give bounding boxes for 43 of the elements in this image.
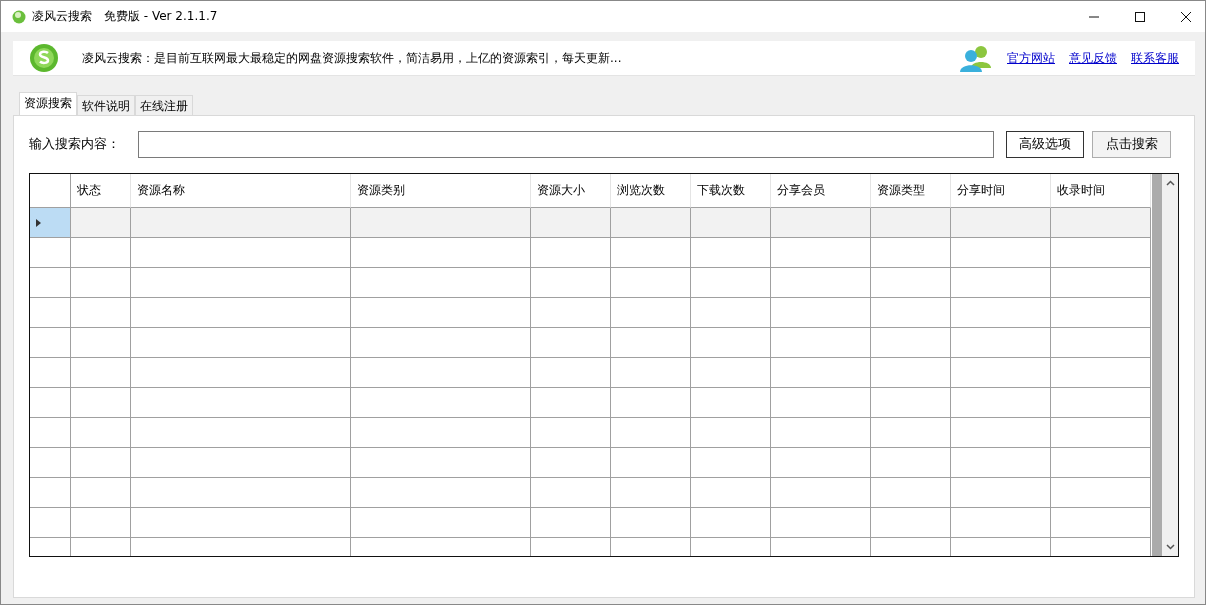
scroll-up-icon[interactable] <box>1165 180 1175 186</box>
row-header[interactable] <box>30 238 71 268</box>
row-header[interactable] <box>30 268 71 298</box>
row-header[interactable] <box>30 388 71 418</box>
row-header[interactable] <box>30 328 71 358</box>
row-header[interactable] <box>30 508 71 538</box>
vertical-scrollbar[interactable] <box>1152 174 1178 556</box>
window-title: 凌风云搜索 免费版 - Ver 2.1.1.7 <box>32 8 218 25</box>
scroll-down-icon[interactable] <box>1165 544 1175 550</box>
table-cell <box>71 328 131 358</box>
banner-link[interactable]: 官方网站 <box>1007 49 1055 67</box>
table-cell <box>71 208 131 238</box>
maximize-icon[interactable] <box>1134 10 1146 23</box>
table-cell <box>71 298 131 328</box>
row-header[interactable] <box>30 208 71 238</box>
table-cell <box>71 418 131 448</box>
option-button[interactable]: 高级选项 <box>1005 130 1085 158</box>
banner-link[interactable]: 联系客服 <box>1131 49 1179 67</box>
table-cell <box>71 388 131 418</box>
tab[interactable]: 在线注册 <box>135 95 193 115</box>
row-header[interactable] <box>30 358 71 388</box>
table-cell <box>71 268 131 298</box>
row-header[interactable] <box>30 298 71 328</box>
app-logo-icon <box>12 9 26 24</box>
tab[interactable]: 资源搜索 <box>19 92 77 115</box>
table-cell <box>71 358 131 388</box>
table-cell <box>71 508 131 538</box>
table-cell <box>71 448 131 478</box>
tab[interactable]: 软件说明 <box>77 95 135 115</box>
search-field[interactable] <box>138 130 994 158</box>
banner-text: 凌风云搜索：是目前互联网最大最稳定的网盘资源搜索软件，简洁易用，上亿的资源索引，每天更新... <box>82 49 623 67</box>
row-header[interactable] <box>30 418 71 448</box>
users-icon <box>959 44 993 72</box>
banner-link[interactable]: 意见反馈 <box>1069 49 1117 67</box>
option-button[interactable]: 点击搜索 <box>1092 130 1171 158</box>
close-icon[interactable] <box>1180 10 1192 23</box>
row-header[interactable] <box>30 478 71 508</box>
search-label: 输入搜索内容： <box>29 135 121 153</box>
current-row-icon <box>36 218 41 227</box>
corner-cell <box>30 174 71 208</box>
table-cell <box>71 478 131 508</box>
table-cell <box>71 238 131 268</box>
row-header[interactable] <box>30 448 71 478</box>
